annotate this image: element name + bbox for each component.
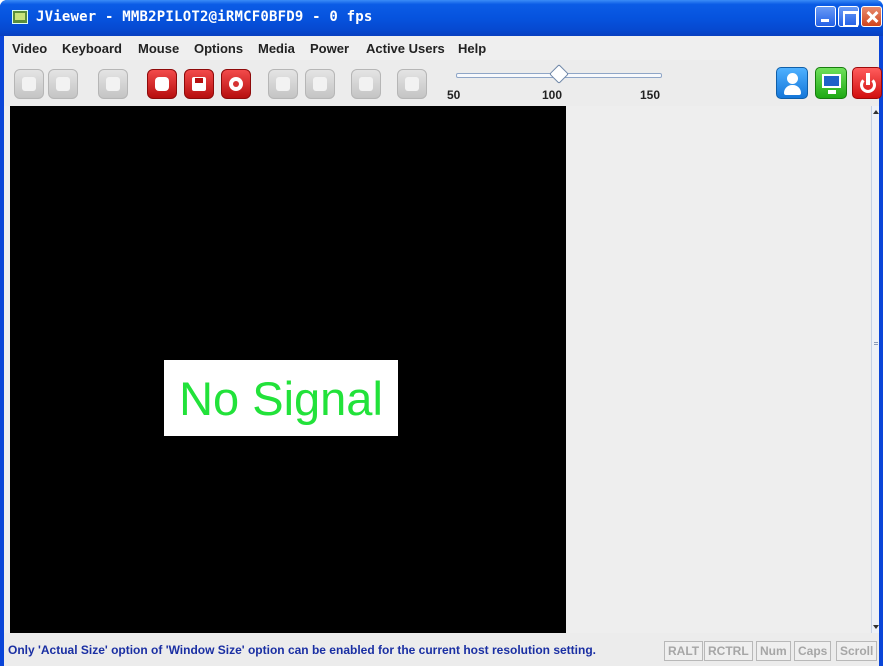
harddisk-icon (313, 77, 327, 91)
power-button[interactable] (852, 67, 882, 99)
menu-keyboard[interactable]: Keyboard (62, 41, 122, 56)
no-signal-label: No Signal (164, 360, 398, 436)
monitor-icon (822, 74, 841, 88)
status-message: Only 'Actual Size' option of 'Window Siz… (8, 643, 596, 657)
grid-icon (405, 77, 419, 91)
key-indicator-caps: Caps (794, 641, 832, 661)
zoom-tick-150: 150 (640, 88, 661, 102)
menu-video[interactable]: Video (12, 41, 47, 56)
cd-media-button[interactable] (221, 69, 251, 99)
host-display-button[interactable] (815, 67, 847, 99)
hdd-media-button[interactable] (305, 69, 335, 99)
menu-bar: Video Keyboard Mouse Options Media Power… (4, 36, 879, 60)
pause-icon (56, 77, 70, 91)
empty-canvas-area (566, 106, 871, 633)
fullscreen-button[interactable] (98, 69, 128, 99)
zoom-slider-thumb[interactable] (549, 64, 569, 84)
cd-icon (229, 77, 243, 91)
stop-icon (155, 77, 169, 91)
status-bar: Only 'Actual Size' option of 'Window Siz… (4, 633, 879, 666)
app-icon (12, 10, 28, 24)
soft-keyboard-button[interactable] (397, 69, 427, 99)
jviewer-window: JViewer - MMB2PILOT2@iRMCF0BFD9 - 0 fps … (0, 0, 883, 666)
play-button[interactable] (14, 69, 44, 99)
zoom-tick-100: 100 (542, 88, 563, 102)
client-area: Video Keyboard Mouse Options Media Power… (4, 36, 882, 666)
scroll-up-arrow-icon[interactable] (872, 106, 880, 118)
menu-active-users[interactable]: Active Users (366, 41, 445, 56)
record-button[interactable] (147, 69, 177, 99)
key-indicator-rctrl: RCTRL (704, 641, 753, 661)
key-indicator-scroll: Scroll (836, 641, 878, 661)
usb-icon (276, 77, 290, 91)
maximize-button[interactable] (838, 6, 859, 27)
active-users-button[interactable] (776, 67, 808, 99)
title-bar[interactable]: JViewer - MMB2PILOT2@iRMCF0BFD9 - 0 fps (0, 0, 883, 36)
menu-media[interactable]: Media (258, 41, 295, 56)
keyboard-button[interactable] (351, 69, 381, 99)
pause-button[interactable] (48, 69, 78, 99)
menu-help[interactable]: Help (458, 41, 486, 56)
key-indicator-ralt: RALT (664, 641, 704, 661)
save-button[interactable] (184, 69, 214, 99)
window-title: JViewer - MMB2PILOT2@iRMCF0BFD9 - 0 fps (36, 9, 373, 25)
menu-mouse[interactable]: Mouse (138, 41, 179, 56)
scroll-grip-icon[interactable] (874, 342, 878, 345)
minimize-button[interactable] (815, 6, 836, 27)
user-icon (787, 73, 798, 84)
floppy-media-button[interactable] (268, 69, 298, 99)
keyboard-icon (359, 77, 373, 91)
video-display[interactable]: No Signal (10, 106, 566, 633)
toolbar: 50 100 150 (4, 60, 882, 106)
fullscreen-icon (106, 77, 120, 91)
floppy-disk-icon (192, 77, 206, 91)
menu-power[interactable]: Power (310, 41, 349, 56)
key-indicator-num: Num (756, 641, 791, 661)
close-button[interactable] (861, 6, 882, 27)
vertical-scrollbar[interactable] (871, 106, 879, 633)
zoom-tick-50: 50 (447, 88, 461, 102)
menu-options[interactable]: Options (194, 41, 243, 56)
scroll-down-arrow-icon[interactable] (872, 621, 880, 633)
play-icon (22, 77, 36, 91)
